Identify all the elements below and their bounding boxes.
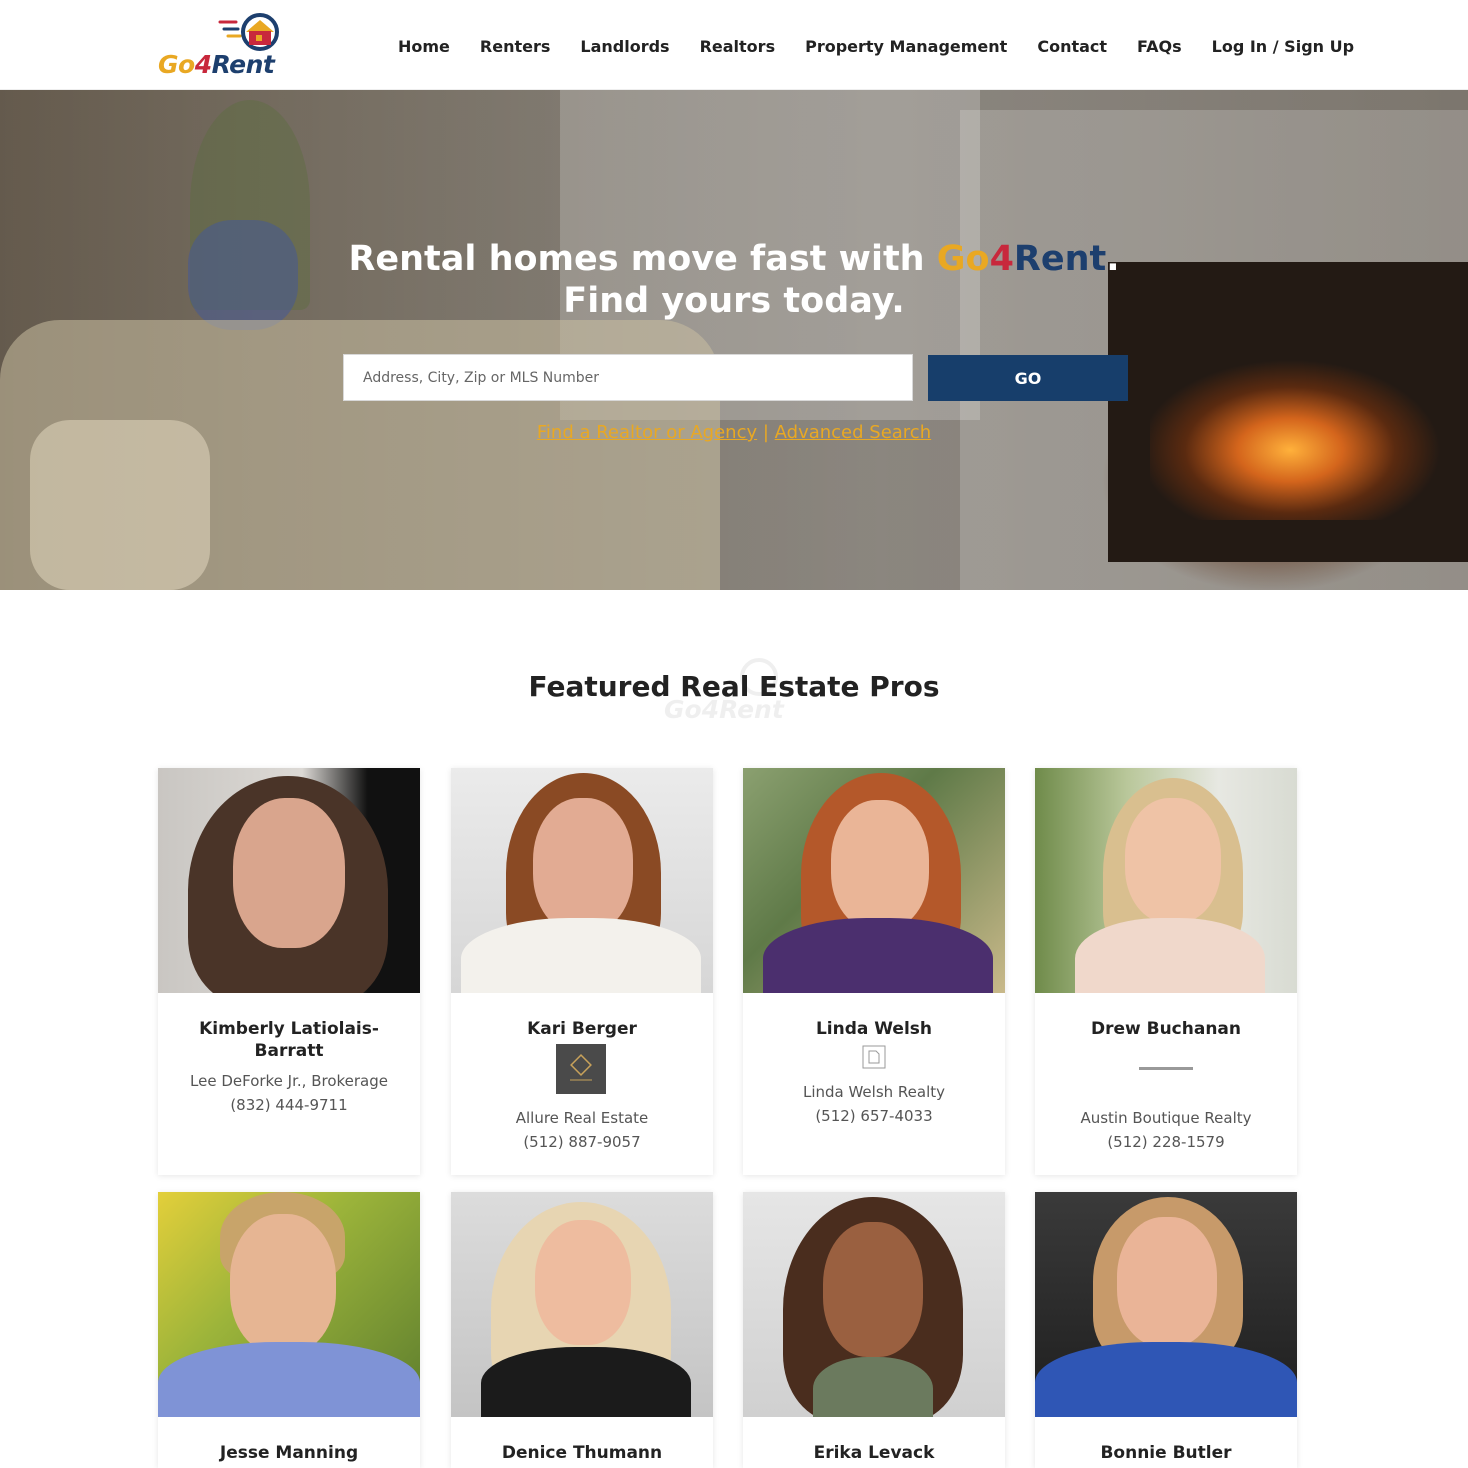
pro-company: Linda Welsh Realty	[802, 1083, 946, 1101]
pro-photo	[743, 768, 1005, 993]
pro-name: Denice Thumann	[501, 1443, 663, 1463]
nav-home[interactable]: Home	[398, 37, 450, 56]
pro-photo	[451, 768, 713, 993]
pro-card[interactable]: Linda Welsh Linda Welsh Realty (512) 657…	[743, 768, 1005, 1175]
nav-contact[interactable]: Contact	[1037, 37, 1107, 56]
advanced-search-link[interactable]: Advanced Search	[775, 422, 931, 443]
go4rent-logo[interactable]: Go4Rent	[158, 10, 282, 82]
hero-headline: Rental homes move fast with Go4Rent. Fin…	[0, 238, 1468, 322]
nav-property-management[interactable]: Property Management	[805, 37, 1007, 56]
featured-title: Featured Real Estate Pros	[528, 670, 940, 703]
pro-card[interactable]: Drew Buchanan Austin Boutique Realty (51…	[1035, 768, 1297, 1175]
hero-brand-rent: Rent	[1013, 239, 1107, 279]
allure-logo-icon	[556, 1044, 606, 1094]
pro-name: Linda Welsh	[815, 1019, 933, 1039]
pro-card[interactable]: Jesse Manning	[158, 1192, 420, 1468]
hero-headline-line2: Find yours today.	[563, 281, 905, 321]
agency-logo-placeholder	[1139, 1067, 1193, 1070]
broken-image-icon	[862, 1045, 886, 1069]
pro-name: Erika Levack	[813, 1443, 935, 1463]
nav-login-signup[interactable]: Log In / Sign Up	[1212, 37, 1354, 56]
pro-card[interactable]: Denice Thumann	[451, 1192, 713, 1468]
hero-banner: Rental homes move fast with Go4Rent. Fin…	[0, 90, 1468, 590]
pro-photo	[451, 1192, 713, 1417]
pro-name: Bonnie Butler	[1100, 1443, 1232, 1463]
pro-name: Jesse Manning	[219, 1443, 359, 1463]
go-button[interactable]: GO	[928, 355, 1128, 401]
nav-faqs[interactable]: FAQs	[1137, 37, 1182, 56]
main-nav: Home Renters Landlords Realtors Property…	[398, 34, 1354, 58]
hero-brand-four: 4	[989, 239, 1014, 279]
hero-headline-prefix: Rental homes move fast with	[348, 239, 937, 279]
pro-phone: (512) 887-9057	[523, 1133, 641, 1151]
link-separator: |	[757, 422, 775, 443]
pro-card[interactable]: Bonnie Butler	[1035, 1192, 1297, 1468]
pro-company: Allure Real Estate	[515, 1109, 649, 1127]
pro-name: Kari Berger	[527, 1019, 637, 1039]
pro-photo	[1035, 768, 1297, 993]
pro-photo	[158, 768, 420, 993]
pro-name: Kimberly Latiolais- Barratt	[199, 1019, 379, 1061]
pro-name: Drew Buchanan	[1090, 1019, 1242, 1039]
pro-company: Austin Boutique Realty	[1080, 1109, 1252, 1127]
pro-card[interactable]: Kari Berger Allure Real Estate (512) 887…	[451, 768, 713, 1175]
nav-landlords[interactable]: Landlords	[580, 37, 669, 56]
nav-renters[interactable]: Renters	[480, 37, 550, 56]
pro-card[interactable]: Kimberly Latiolais- Barratt Lee DeForke J…	[158, 768, 420, 1175]
pro-photo	[743, 1192, 1005, 1417]
hero-brand-go: Go	[936, 239, 990, 279]
hero-bg-cushion	[30, 420, 210, 590]
pro-phone: (512) 657-4033	[815, 1107, 933, 1125]
search-input[interactable]	[343, 354, 913, 401]
nav-realtors[interactable]: Realtors	[700, 37, 776, 56]
hero-links: Find a Realtor or Agency | Advanced Sear…	[0, 422, 1468, 443]
pro-phone: (512) 228-1579	[1107, 1133, 1225, 1151]
pro-company: Lee DeForke Jr., Brokerage	[190, 1072, 388, 1090]
pro-photo	[158, 1192, 420, 1417]
logo-wordmark: Go4Rent	[158, 50, 275, 79]
pro-card[interactable]: Erika Levack	[743, 1192, 1005, 1468]
hero-headline-suffix: .	[1106, 239, 1120, 279]
find-realtor-link[interactable]: Find a Realtor or Agency	[537, 422, 757, 443]
pro-photo	[1035, 1192, 1297, 1417]
site-header: Go4Rent Home Renters Landlords Realtors …	[0, 0, 1468, 90]
pro-phone: (832) 444-9711	[230, 1096, 348, 1114]
